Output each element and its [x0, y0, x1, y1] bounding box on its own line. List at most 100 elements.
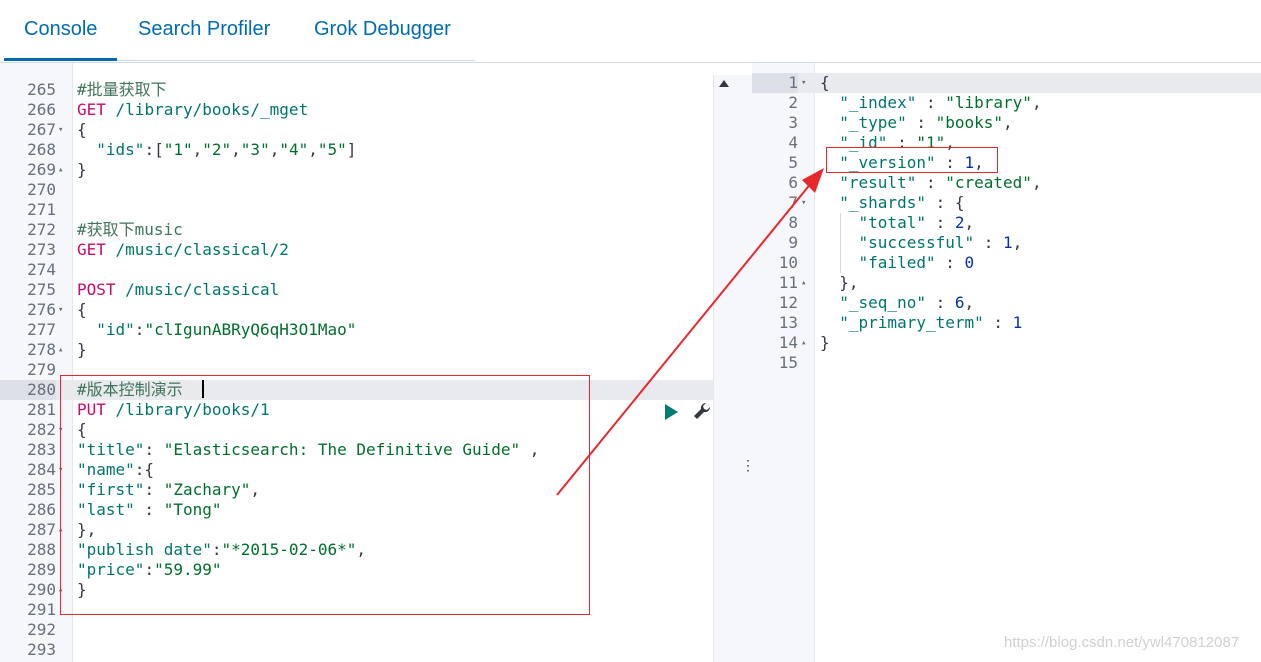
line-number: 289 — [27, 560, 56, 579]
wrench-icon[interactable] — [692, 401, 712, 421]
response_editor-line[interactable]: 1 ▾ { — [752, 73, 1261, 93]
code-text: "ids":["1","2","3","4","5"] — [77, 140, 356, 160]
response_editor-line[interactable]: 12 "_seq_no" : 6, — [752, 293, 1261, 313]
code-text: { — [77, 300, 87, 320]
line-number: 9 — [788, 233, 798, 252]
response_editor-line[interactable]: 3 "_type" : "books", — [752, 113, 1261, 133]
response_editor-line[interactable]: 9 "successful" : 1, — [752, 233, 1261, 253]
code-token: } — [820, 333, 830, 352]
request_editor-line[interactable]: 273 GET /music/classical/2 — [0, 240, 713, 260]
line-number: 6 — [788, 173, 798, 192]
request_editor-line[interactable]: 278 ▴} — [0, 340, 713, 360]
request_editor-line[interactable]: 268 "ids":["1","2","3","4","5"] — [0, 140, 713, 160]
play-icon[interactable] — [665, 404, 678, 420]
code-token: , — [1003, 113, 1013, 132]
code-text: } — [77, 340, 87, 360]
code-text: "_index" : "library", — [820, 93, 1041, 113]
response_editor-line[interactable]: 11 ▴ }, — [752, 273, 1261, 293]
code-text: "id":"clIgunABRyQ6qH3O1Mao" — [77, 320, 356, 340]
line-number: 1 — [752, 73, 798, 93]
request_editor-line[interactable]: 270 — [0, 180, 713, 200]
response_editor-line[interactable]: 6 "result" : "created", — [752, 173, 1261, 193]
code-text: POST /music/classical — [77, 280, 279, 300]
tab-divider — [117, 60, 475, 61]
code-token: "1" — [163, 140, 193, 159]
request_editor-line[interactable]: 276 ▾ { — [0, 300, 713, 320]
code-token: "total" — [820, 213, 926, 232]
fold-collapse-icon[interactable]: ▾ — [58, 120, 63, 140]
tab-grok-debugger[interactable]: Grok Debugger — [314, 18, 451, 41]
code-text: "_shards" : { — [820, 193, 964, 213]
fold-expand-icon[interactable]: ▴ — [58, 340, 63, 360]
code-token: , — [964, 213, 975, 232]
code-token: : — [916, 173, 946, 192]
code-token: , — [1031, 173, 1042, 192]
response_editor-line[interactable]: 2 "_index" : "library", — [752, 93, 1261, 113]
fold-expand-icon[interactable]: ▴ — [801, 273, 806, 293]
code-token: : — [935, 253, 965, 272]
fold-collapse-icon[interactable]: ▾ — [58, 300, 63, 320]
response_editor-line[interactable]: 14 ▴} — [752, 333, 1261, 353]
request_editor-line[interactable]: 274 — [0, 260, 713, 280]
response_editor-line[interactable]: 13 "_primary_term" : 1 — [752, 313, 1261, 333]
line-number: 14 — [778, 333, 798, 352]
editor-split-divider[interactable] — [713, 75, 753, 662]
code-token: } — [77, 340, 87, 359]
code-text: } — [820, 333, 830, 353]
request_editor-line[interactable]: 271 — [0, 200, 713, 220]
fold-collapse-icon[interactable]: ▾ — [801, 193, 806, 213]
code-token: } — [77, 160, 87, 179]
response_editor-line[interactable]: 8 "total" : 2, — [752, 213, 1261, 233]
line-number: 15 — [778, 353, 798, 372]
request_editor-line[interactable]: 277 "id":"clIgunABRyQ6qH3O1Mao" — [0, 320, 713, 340]
code-token: "5" — [317, 140, 347, 159]
code-text: "successful" : 1, — [820, 233, 1023, 253]
request_editor-line[interactable]: 266 GET /library/books/_mget — [0, 100, 713, 120]
request_editor-line[interactable]: 292 — [0, 620, 713, 640]
line-number: 8 — [788, 213, 798, 232]
code-token: "created" — [945, 173, 1032, 192]
fold-expand-icon[interactable]: ▴ — [58, 160, 63, 180]
code-token: 2 — [954, 213, 965, 232]
version-annotation-box — [826, 147, 998, 173]
request_editor-line[interactable]: 265 #批量获取下 — [0, 80, 713, 100]
code-token: "_type" — [820, 113, 907, 132]
code-token: :[ — [144, 140, 164, 159]
line-number: 7 — [788, 193, 798, 212]
code-token: }, — [820, 273, 859, 292]
code-text: "_primary_term" : 1 — [820, 313, 1022, 333]
code-token: : — [134, 320, 145, 339]
line-number: 293 — [27, 640, 56, 659]
request_editor-line[interactable]: 269 ▴} — [0, 160, 713, 180]
indent-guide — [840, 213, 841, 273]
code-text: { — [77, 120, 87, 140]
response_editor-line[interactable]: 15 — [752, 353, 1261, 373]
code-text: "failed" : 0 — [820, 253, 975, 273]
line-number: 271 — [27, 200, 56, 219]
code-token: 0 — [964, 253, 975, 272]
tab-console[interactable]: Console — [24, 18, 97, 41]
code-token: : — [925, 293, 955, 312]
response_editor-line[interactable]: 10 "failed" : 0 — [752, 253, 1261, 273]
line-number: 279 — [27, 360, 56, 379]
line-number: 267 — [27, 120, 56, 139]
line-number: 288 — [27, 540, 56, 559]
request_editor-line[interactable]: 272 #获取下music — [0, 220, 713, 240]
scroll-up-arrow-icon[interactable] — [719, 80, 729, 87]
request_editor-line[interactable]: 293 — [0, 640, 713, 660]
line-number: 4 — [788, 133, 798, 152]
fold-expand-icon[interactable]: ▴ — [801, 333, 806, 353]
code-token: "_seq_no" — [820, 293, 926, 312]
response_editor-line[interactable]: 7 ▾ "_shards" : { — [752, 193, 1261, 213]
code-token: GET — [77, 100, 106, 119]
tab-search-profiler[interactable]: Search Profiler — [138, 18, 270, 41]
code-token: , — [964, 293, 975, 312]
code-token: , — [1012, 233, 1023, 252]
request_editor-line[interactable]: 275 POST /music/classical — [0, 280, 713, 300]
line-number: 11 — [778, 273, 798, 292]
line-number: 292 — [27, 620, 56, 639]
code-token: GET — [77, 240, 106, 259]
active-tab-indicator — [4, 58, 117, 61]
request_editor-line[interactable]: 267 ▾ { — [0, 120, 713, 140]
fold-collapse-icon[interactable]: ▾ — [801, 73, 806, 93]
